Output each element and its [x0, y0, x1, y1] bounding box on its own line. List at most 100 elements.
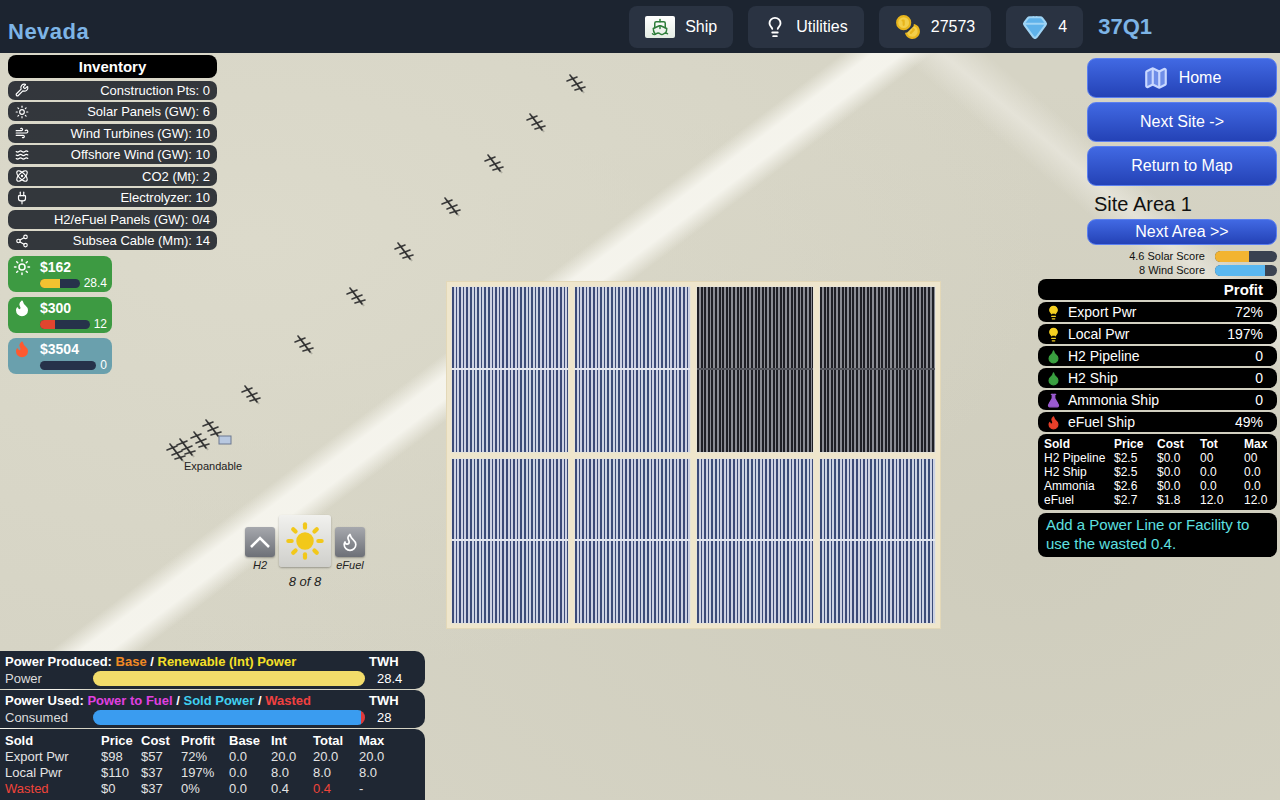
- column-header: Cost: [141, 733, 181, 748]
- column-header: Max: [359, 733, 419, 748]
- column-header: Profit: [181, 733, 229, 748]
- market-card[interactable]: $16228.4: [8, 256, 112, 292]
- hint-message: Add a Power Line or Facility to use the …: [1038, 513, 1277, 557]
- solar-panel[interactable]: [574, 458, 692, 625]
- inventory-label: Offshore Wind (GW): 10: [71, 147, 210, 162]
- table-cell: $98: [101, 749, 141, 764]
- table-cell: 0.0: [1244, 465, 1271, 479]
- inventory-icon-slot: [14, 233, 30, 249]
- table-cell: H2 Ship: [1044, 465, 1114, 479]
- solar-panel[interactable]: [451, 458, 569, 625]
- inventory-label: Subsea Cable (Mm): 14: [73, 233, 210, 248]
- power-tower: [292, 332, 316, 360]
- selector-row: H2 eFuel: [245, 515, 365, 571]
- nav-label: Next Site ->: [1140, 113, 1224, 131]
- gem-icon: [1022, 14, 1048, 40]
- table-cell: $2.5: [1114, 465, 1157, 479]
- market-bar: [40, 361, 96, 370]
- table-cell: $0.0: [1157, 451, 1200, 465]
- table-cell: 12.0: [1244, 493, 1271, 507]
- table-cell: 0.0: [1200, 465, 1244, 479]
- table-cell: 12.0: [1200, 493, 1244, 507]
- selector-tile[interactable]: [279, 515, 331, 567]
- profit-row: H2 Ship0: [1038, 368, 1277, 388]
- table-cell: 72%: [181, 749, 229, 764]
- build-selector: H2eFuel8 of 8: [243, 515, 367, 589]
- molecule-icon: [15, 169, 29, 183]
- inventory-icon-slot: [14, 211, 30, 227]
- inventory-item: Subsea Cable (Mm): 14: [8, 231, 217, 250]
- power-bar-segment: [361, 710, 365, 725]
- profit-value: 197%: [1227, 326, 1269, 342]
- inventory-item: Construction Pts: 0: [8, 81, 217, 100]
- utilities-button[interactable]: Utilities: [748, 6, 864, 48]
- table-row: Wasted$0$370%0.00.40.4-: [5, 780, 419, 796]
- power-bar: [93, 671, 365, 686]
- inventory-label: CO2 (Mt): 2: [142, 169, 210, 184]
- solar-panel[interactable]: [574, 286, 692, 453]
- solar-panel[interactable]: [696, 286, 814, 453]
- substation-icon: [218, 435, 232, 445]
- market-card[interactable]: $30012: [8, 297, 112, 333]
- table-cell: $37: [141, 781, 181, 796]
- power-tower-icon: [439, 194, 463, 218]
- column-header: Tot: [1200, 437, 1244, 451]
- sun-icon: [13, 258, 31, 276]
- coins-value: 27573: [931, 18, 976, 36]
- inventory-item: Solar Panels (GW): 6: [8, 102, 217, 121]
- score-bar-fill: [1215, 251, 1249, 262]
- section-header: Power Produced: Base / Renewable (Int) P…: [5, 654, 417, 669]
- market-card[interactable]: $35040: [8, 338, 112, 374]
- table-cell: $0: [101, 781, 141, 796]
- power-tower: [439, 194, 463, 222]
- power-bar-segment: [93, 671, 365, 686]
- solar-field[interactable]: [447, 282, 940, 628]
- legend: Power to Fuel / Sold Power / Wasted: [87, 693, 311, 708]
- table-cell: 8.0: [271, 765, 313, 780]
- profit-panel: ProfitExport Pwr72%Local Pwr197%H2 Pipel…: [1038, 279, 1277, 510]
- score-label: 8 Wind Score: [1139, 264, 1205, 276]
- expandable-marker[interactable]: Expandable: [184, 460, 242, 472]
- selector-tile[interactable]: [335, 527, 365, 557]
- selector-item[interactable]: H2: [245, 515, 275, 571]
- table-cell: 0.4: [313, 781, 359, 796]
- table-cell: 0.4: [271, 781, 313, 796]
- site-title: Site Area 1: [1087, 190, 1277, 219]
- next-area-button[interactable]: Next Area >>: [1087, 219, 1277, 245]
- flask-icon: [1046, 393, 1061, 408]
- table-cell: eFuel: [1044, 493, 1114, 507]
- solar-panel[interactable]: [819, 286, 937, 453]
- selector-tile[interactable]: [245, 527, 275, 557]
- substation-block: [218, 431, 232, 449]
- tools-icon: [15, 83, 29, 97]
- inventory-icon-slot: [14, 190, 30, 206]
- left-column: InventoryConstruction Pts: 0Solar Panels…: [0, 53, 425, 800]
- nav-button[interactable]: Return to Map: [1087, 146, 1277, 186]
- table-cell: 20.0: [271, 749, 313, 764]
- bulb-icon: [1046, 305, 1061, 320]
- selector-item[interactable]: [279, 515, 331, 567]
- profit-value: 0: [1255, 348, 1269, 364]
- legend: Base / Renewable (Int) Power: [116, 654, 297, 669]
- solar-panel[interactable]: [696, 458, 814, 625]
- waves-icon: [15, 148, 29, 162]
- inventory-item: H2/eFuel Panels (GW): 0/4: [8, 210, 217, 229]
- inventory-label: Wind Turbines (GW): 10: [71, 126, 210, 141]
- score-row: 4.6 Solar Score: [1129, 249, 1277, 263]
- inventory-label: Construction Pts: 0: [100, 83, 210, 98]
- solar-panel[interactable]: [451, 286, 569, 453]
- inventory-label: Solar Panels (GW): 6: [87, 104, 210, 119]
- selector-item[interactable]: eFuel: [335, 515, 365, 571]
- ship-button[interactable]: Ship: [629, 6, 733, 48]
- nav-button[interactable]: Next Site ->: [1087, 102, 1277, 142]
- table-cell: 8.0: [313, 765, 359, 780]
- nav-button[interactable]: Home: [1087, 58, 1277, 98]
- market-value: 28.4: [84, 276, 107, 290]
- solar-panel[interactable]: [819, 458, 937, 625]
- table-cell: Export Pwr: [5, 749, 101, 764]
- market-bar-fill: [40, 320, 55, 329]
- power-bar: [93, 710, 365, 725]
- table-cell: H2 Pipeline: [1044, 451, 1114, 465]
- flame-icon: [13, 340, 31, 358]
- table-cell: 00: [1244, 451, 1271, 465]
